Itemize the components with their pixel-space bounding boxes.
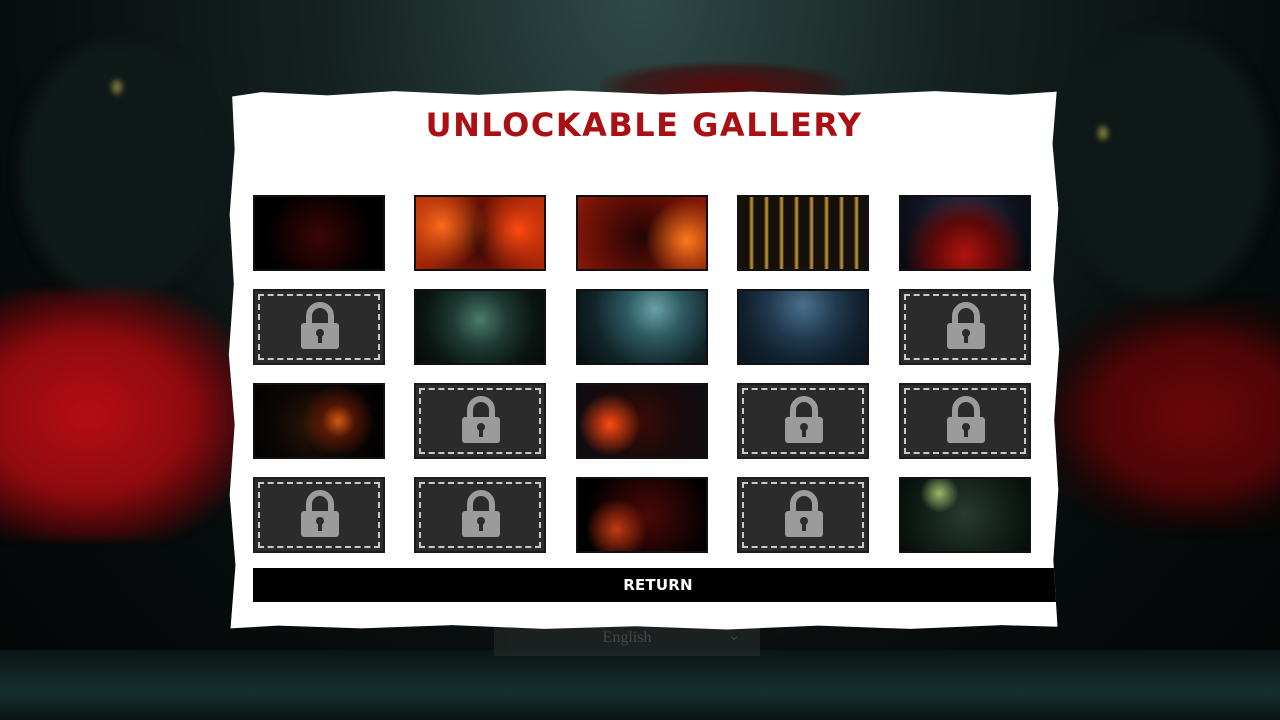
language-label: English	[602, 629, 652, 646]
padlock-icon	[784, 396, 824, 444]
gallery-tile-locked[interactable]	[253, 477, 385, 553]
gallery-grid	[253, 195, 1031, 553]
chevron-down-icon: ⌄	[728, 629, 740, 644]
padlock-icon	[461, 490, 501, 538]
panel-blood-stain	[600, 62, 850, 96]
gallery-tile-demon-lantern[interactable]	[576, 477, 708, 553]
gallery-tile-locked[interactable]	[899, 289, 1031, 365]
gallery-tile-foggy-bridge-lamps[interactable]	[899, 477, 1031, 553]
background-light	[1098, 126, 1108, 140]
gallery-tile-locked[interactable]	[737, 477, 869, 553]
gallery-tile-locked[interactable]	[253, 289, 385, 365]
padlock-icon	[946, 302, 986, 350]
padlock-icon	[784, 490, 824, 538]
gallery-tile-locked[interactable]	[737, 383, 869, 459]
gallery-tile-top-hat-demon-red-lightning[interactable]	[253, 195, 385, 271]
gallery-tile-locked[interactable]	[414, 383, 546, 459]
gallery-tile-red-cathedral-night[interactable]	[899, 195, 1031, 271]
gallery-panel: UNLOCKABLE GALLERY RETURN	[228, 90, 1060, 630]
gallery-tile-shadow-figure-glow[interactable]	[253, 383, 385, 459]
gallery-tile-golden-hall-corridor[interactable]	[737, 195, 869, 271]
gallery-tile-top-hat-demon-embers[interactable]	[576, 383, 708, 459]
gallery-tile-dark-forest-path[interactable]	[414, 289, 546, 365]
background-water	[0, 650, 1280, 720]
padlock-icon	[946, 396, 986, 444]
gallery-tile-top-hat-demon-fire[interactable]	[414, 195, 546, 271]
page-title: UNLOCKABLE GALLERY	[425, 106, 863, 144]
gallery-tile-haunted-castle[interactable]	[576, 289, 708, 365]
background-blood-splatter-left	[0, 290, 250, 540]
gallery-tile-locked[interactable]	[414, 477, 546, 553]
gallery-tile-dark-river-night[interactable]	[737, 289, 869, 365]
background-light	[112, 80, 122, 94]
padlock-icon	[300, 302, 340, 350]
padlock-icon	[461, 396, 501, 444]
background-tree	[20, 40, 220, 300]
padlock-icon	[300, 490, 340, 538]
background-blood-splatter-right	[1040, 300, 1280, 530]
gallery-tile-top-hat-demon-flames[interactable]	[576, 195, 708, 271]
background-tree	[1060, 30, 1270, 300]
return-button[interactable]: RETURN	[253, 568, 1060, 602]
gallery-tile-locked[interactable]	[899, 383, 1031, 459]
